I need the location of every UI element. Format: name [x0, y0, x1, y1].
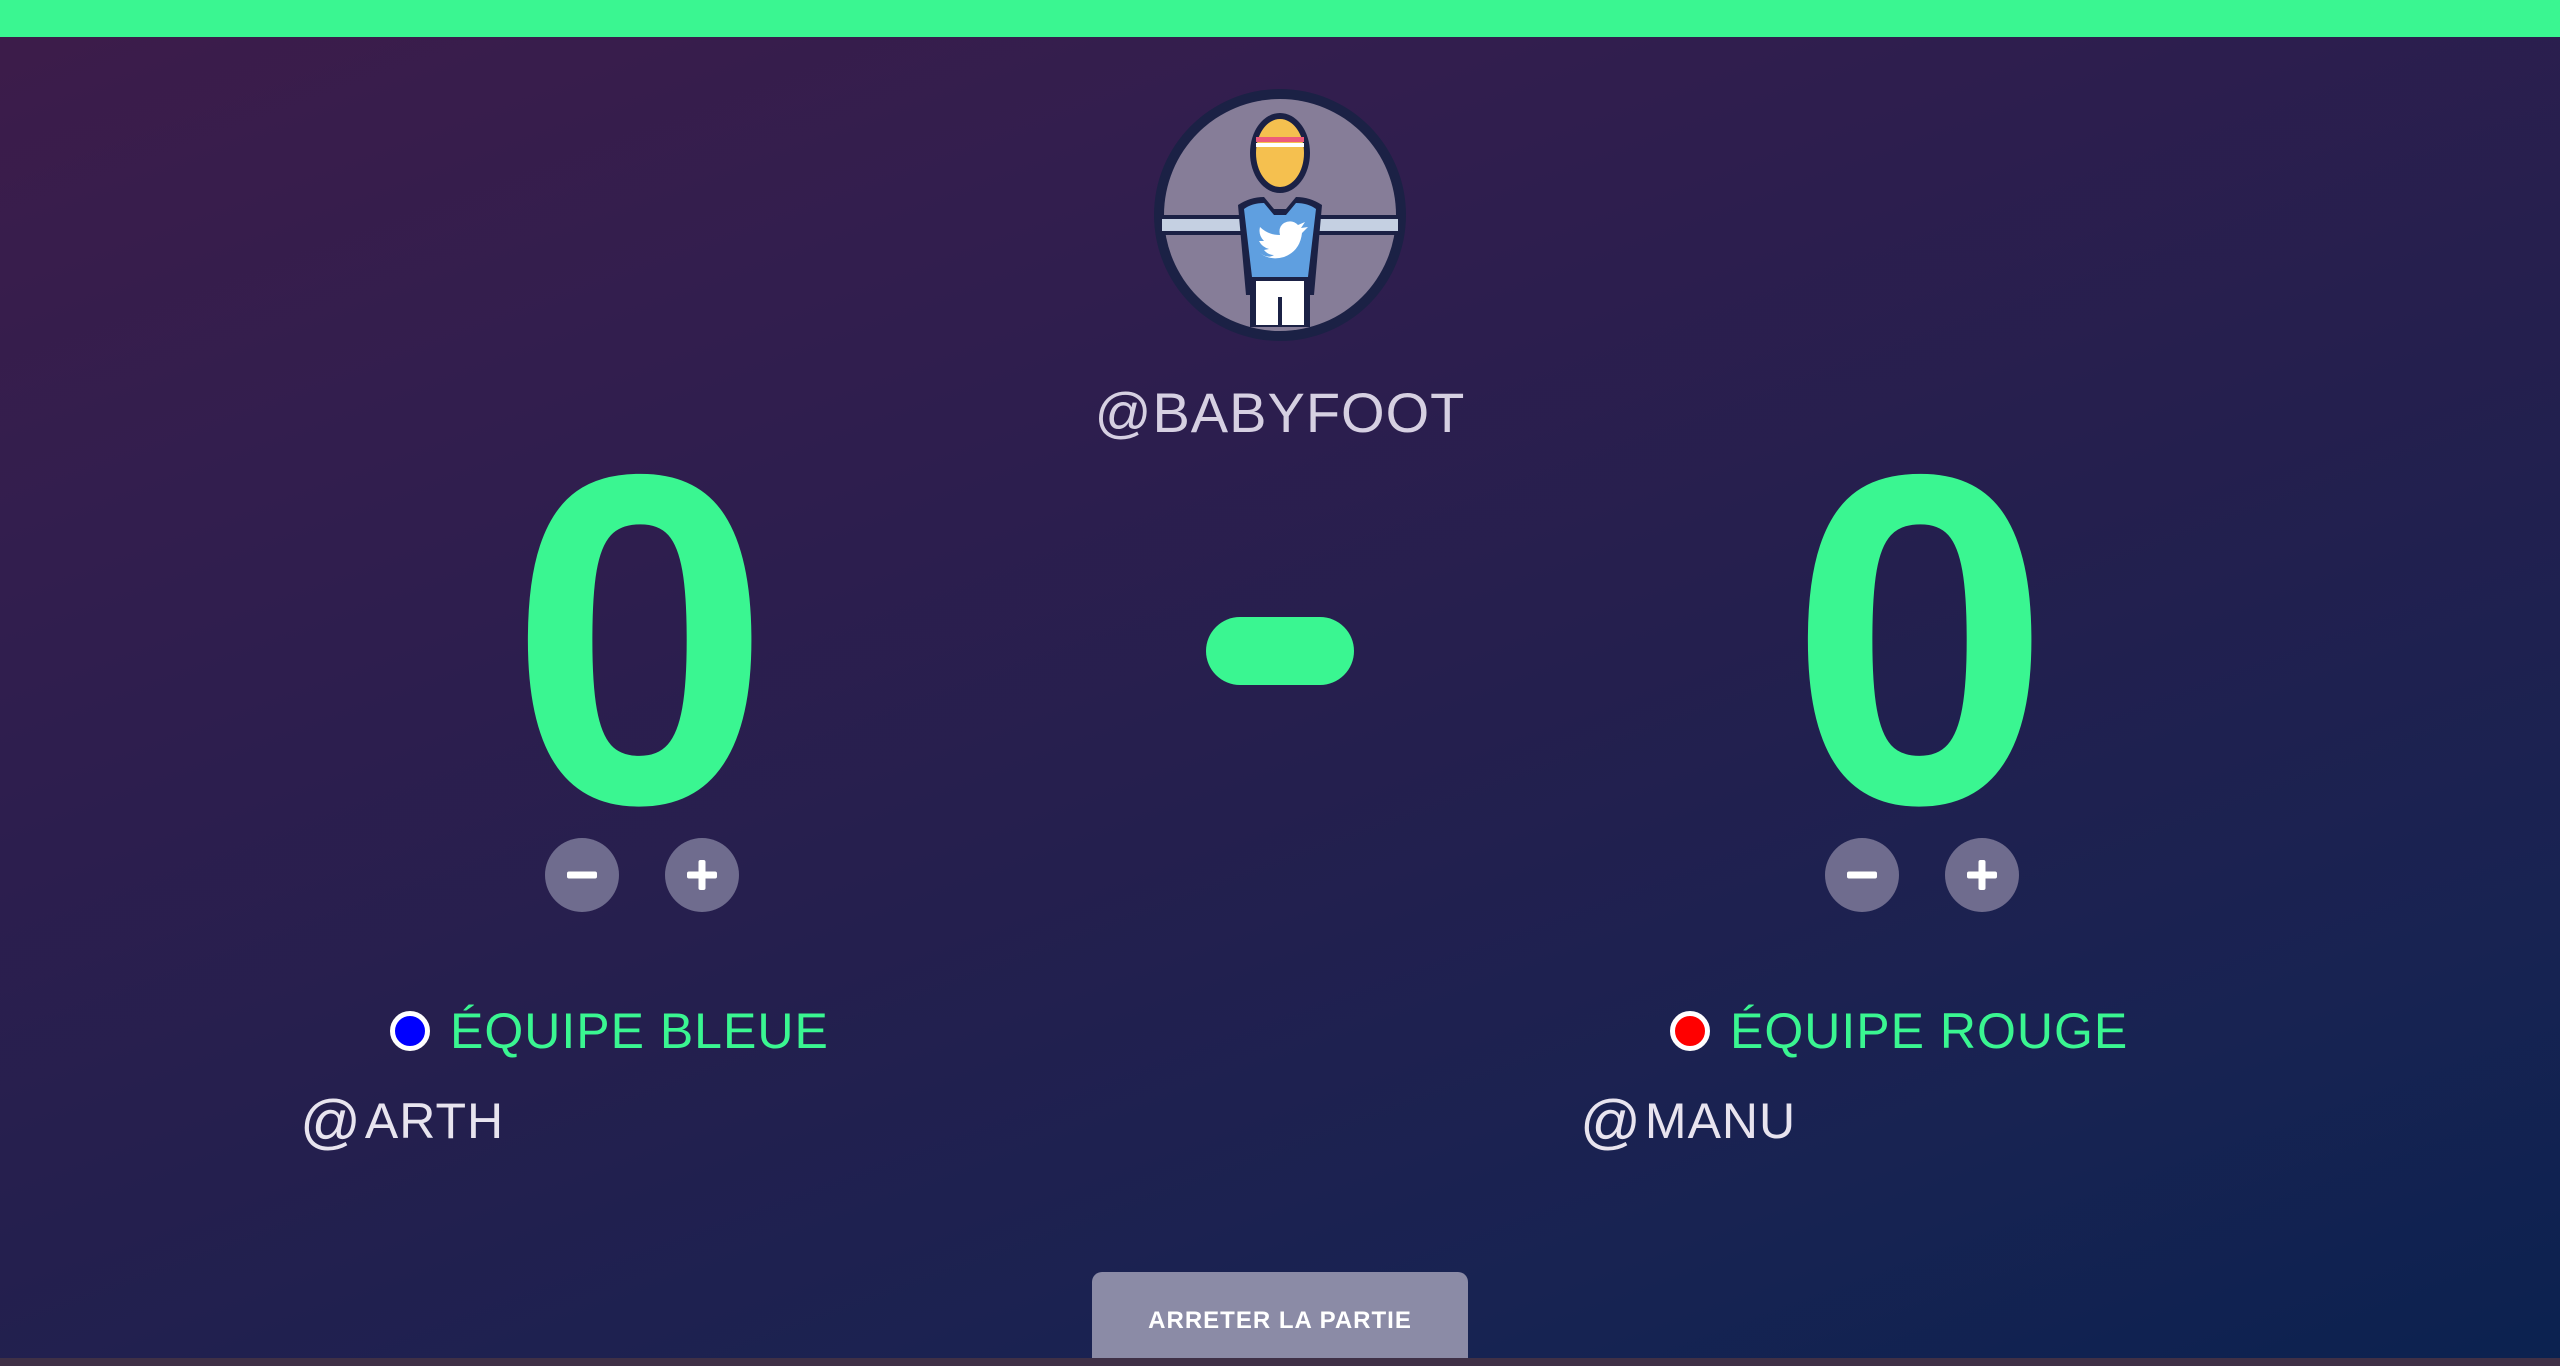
- plus-icon: [1967, 860, 1997, 890]
- blue-team-header: ÉQUIPE BLEUE: [390, 996, 829, 1066]
- blue-team-color-dot: [390, 1011, 430, 1051]
- red-player-name: MANU: [1644, 1093, 1797, 1149]
- bottom-edge: [0, 1358, 2560, 1366]
- red-team-color-dot: [1670, 1011, 1710, 1051]
- minus-icon: [1847, 871, 1877, 879]
- dash-icon: [1206, 617, 1354, 685]
- red-team-header: ÉQUIPE ROUGE: [1670, 996, 2128, 1066]
- at-icon: @: [300, 1087, 361, 1155]
- red-team-score: 0: [1789, 377, 2051, 902]
- blue-player-name: ARTH: [364, 1093, 505, 1149]
- red-plus-button[interactable]: [1945, 838, 2019, 912]
- scoreboard-page: @BABYFOOT 0 0 ÉQUIPE BLEUE ÉQUIPE ROUGE: [0, 0, 2560, 1366]
- top-accent-bar: [0, 0, 2560, 37]
- blue-plus-button[interactable]: [665, 838, 739, 912]
- app-handle: @BABYFOOT: [1094, 381, 1466, 444]
- red-team-name: ÉQUIPE ROUGE: [1730, 1003, 2129, 1059]
- red-minus-button[interactable]: [1825, 838, 1899, 912]
- blue-team-name: ÉQUIPE BLEUE: [450, 1003, 829, 1059]
- foosball-player-logo-icon: [1150, 85, 1410, 345]
- blue-team-player[interactable]: @ ARTH: [300, 1086, 504, 1156]
- plus-icon: [687, 860, 717, 890]
- at-icon: @: [1580, 1087, 1641, 1155]
- blue-team-score: 0: [509, 377, 771, 902]
- stop-game-button[interactable]: ARRETER LA PARTIE: [1092, 1272, 1468, 1366]
- blue-minus-button[interactable]: [545, 838, 619, 912]
- minus-icon: [567, 871, 597, 879]
- red-team-player[interactable]: @ MANU: [1580, 1086, 1796, 1156]
